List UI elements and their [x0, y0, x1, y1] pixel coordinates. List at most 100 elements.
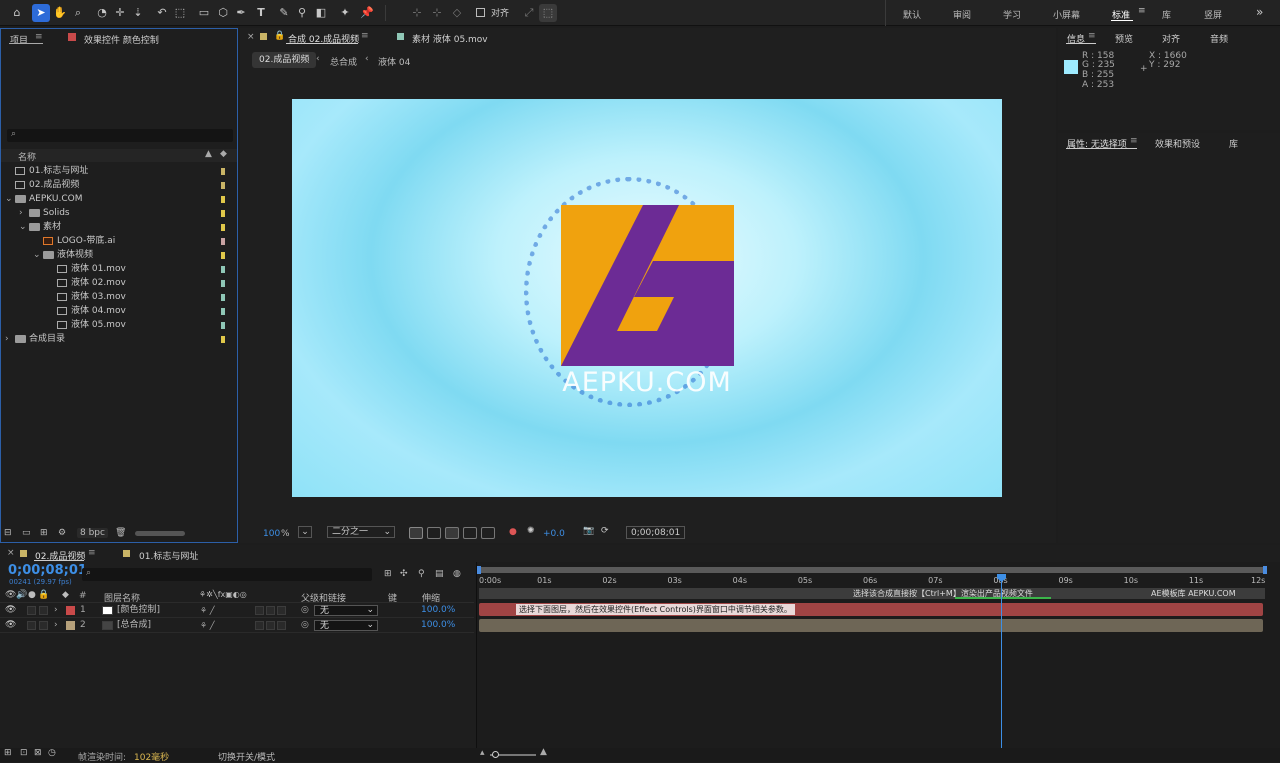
interpret-footage-icon[interactable]: ⊟ — [4, 528, 12, 538]
puppet-pin-icon[interactable]: 📌 — [358, 4, 376, 22]
pen-tool-icon[interactable]: ✒ — [232, 4, 250, 22]
shy-layers-icon[interactable]: ⚲ — [418, 569, 425, 579]
project-item[interactable]: LOGO-带底.ai — [1, 234, 237, 248]
expand-arrow-icon[interactable]: › — [54, 605, 58, 616]
project-item[interactable]: › 合成目录 — [1, 332, 237, 346]
project-item[interactable]: 01.标志与网址 — [1, 164, 237, 178]
label-tag-icon[interactable]: ◆ — [220, 149, 227, 159]
tab-effect-controls[interactable]: 效果控件 颜色控制 — [84, 33, 159, 46]
expand-arrow-icon[interactable]: › — [54, 620, 58, 631]
properties-menu-icon[interactable]: ≡ — [1130, 136, 1138, 146]
solo-toggle[interactable] — [39, 621, 48, 630]
work-area-end-handle[interactable] — [1263, 566, 1267, 574]
more-workspaces-icon[interactable]: » — [1256, 5, 1263, 19]
layer-switches-icon[interactable]: ⚘ ╱ — [200, 620, 215, 631]
rectangle-tool-icon[interactable]: ▭ — [195, 4, 213, 22]
orbit-tool-icon[interactable]: ◔ — [93, 4, 111, 22]
project-item[interactable]: 02.成品视频 — [1, 178, 237, 192]
hand-tool-icon[interactable]: ✋ — [51, 4, 69, 22]
tab-audio[interactable]: 音频 — [1210, 32, 1228, 45]
comp-flowchart-icon[interactable]: ⊞ — [384, 569, 392, 579]
label-color-tag[interactable] — [221, 322, 225, 329]
home-icon[interactable]: ⌂ — [8, 4, 26, 22]
motion-blur-icon[interactable]: ◍ — [453, 569, 461, 579]
audio-toggle[interactable] — [27, 606, 36, 615]
zoom-out-icon[interactable]: ▴ — [480, 748, 485, 758]
axis-world-icon[interactable]: ⊹ — [428, 4, 446, 22]
breadcrumb-item[interactable]: 液体 04 — [378, 55, 410, 68]
playhead[interactable] — [997, 574, 1006, 748]
layer-bar-2[interactable] — [479, 619, 1263, 632]
sort-arrow-icon[interactable]: ▲ — [205, 149, 212, 159]
close-icon[interactable]: × — [7, 548, 15, 558]
label-color-tag[interactable] — [221, 308, 225, 315]
close-icon[interactable]: × — [247, 32, 255, 42]
project-item[interactable]: 液体 01.mov — [1, 262, 237, 276]
tab-preview[interactable]: 预览 — [1115, 32, 1133, 45]
snap-checkbox[interactable] — [476, 8, 485, 17]
project-item[interactable]: 液体 03.mov — [1, 290, 237, 304]
clone-stamp-icon[interactable]: ⚲ — [293, 4, 311, 22]
time-ruler[interactable]: 0:00s01s02s03s04s05s06s07s08s09s10s11s12… — [477, 574, 1280, 588]
region-of-interest-icon[interactable] — [463, 527, 477, 539]
layer-search-input[interactable]: ⌕ — [82, 568, 372, 581]
project-item[interactable]: ⌄ 液体视频 — [1, 248, 237, 262]
axis-local-icon[interactable]: ⊹ — [408, 4, 426, 22]
disclosure-icon[interactable]: ⌄ — [19, 220, 28, 234]
layer-name[interactable]: [总合成] — [117, 620, 151, 631]
axis-view-icon[interactable]: ◇ — [448, 4, 466, 22]
layer-name[interactable]: [颜色控制] — [117, 605, 160, 616]
snapshot-icon[interactable]: 📷 — [583, 526, 594, 536]
snap-edge-icon[interactable]: ⤢ — [520, 4, 538, 22]
layer-switch[interactable] — [255, 621, 264, 630]
mask-visibility-icon[interactable] — [445, 527, 459, 539]
resolution-dropdown[interactable]: 二分之一 ⌄ — [327, 526, 395, 538]
transfer-toggle-icon[interactable]: ⊠ — [34, 748, 42, 758]
toggle-switches-modes[interactable]: 切换开关/模式 — [218, 750, 275, 763]
guides-icon[interactable] — [481, 527, 495, 539]
trash-icon[interactable]: 🗑 — [115, 528, 126, 538]
selection-tool-icon[interactable]: ➤ — [32, 4, 50, 22]
show-snapshot-icon[interactable]: ⟳ — [601, 526, 609, 536]
timeline-tab[interactable]: 01.标志与网址 — [139, 549, 198, 562]
project-item[interactable]: 液体 04.mov — [1, 304, 237, 318]
disclosure-icon[interactable]: › — [5, 332, 14, 346]
project-item[interactable]: ⌄ AEPKU.COM — [1, 192, 237, 206]
workspace-tab[interactable]: 默认 — [903, 8, 921, 21]
project-item[interactable]: 液体 02.mov — [1, 276, 237, 290]
video-toggle-icon[interactable]: 👁 — [5, 590, 16, 600]
pickwhip-icon[interactable]: ◎ — [301, 620, 309, 631]
layer-row[interactable]: 👁 › 1 [颜色控制] ⚘ ╱ ◎ 无 ⌄ 100.0% — [0, 603, 474, 618]
tab-library[interactable]: 库 — [1229, 137, 1238, 150]
stretch-value[interactable]: 100.0% — [421, 620, 455, 631]
exposure-icon[interactable]: ✺ — [527, 526, 535, 536]
snap-feature-icon[interactable]: ⬚ — [539, 4, 557, 22]
transparency-grid-icon[interactable] — [427, 527, 441, 539]
breadcrumb-item-active[interactable]: 02.成品视频 — [252, 52, 317, 68]
audio-toggle[interactable] — [27, 621, 36, 630]
tab-footage[interactable]: 素材 液体 05.mov — [412, 32, 488, 45]
parent-dropdown[interactable]: 无 ⌄ — [314, 620, 378, 631]
search-input[interactable]: ⌕ — [7, 129, 233, 142]
audio-toggle-icon[interactable]: 🔊 — [16, 590, 27, 600]
label-color-tag[interactable] — [221, 294, 225, 301]
tab-project[interactable]: 项目 — [10, 33, 28, 46]
bpc-button[interactable]: 8 bpc — [77, 528, 108, 538]
tab-effects-presets[interactable]: 效果和预设 — [1155, 137, 1200, 150]
color-channel-icon[interactable]: ● — [509, 527, 517, 537]
new-folder-icon[interactable]: ▭ — [22, 528, 31, 538]
timeline-zoom-slider[interactable] — [490, 751, 536, 758]
workspace-tab[interactable]: 审阅 — [953, 8, 971, 21]
work-area-start-handle[interactable] — [477, 566, 481, 574]
timeline-timecode[interactable]: 0;00;08;01 — [8, 563, 87, 578]
rotate-tool-icon[interactable]: ↶ — [153, 4, 171, 22]
new-comp-icon[interactable]: ⊞ — [40, 528, 48, 538]
label-color-tag[interactable] — [221, 224, 225, 231]
visibility-eye-icon[interactable]: 👁 — [5, 605, 16, 616]
visibility-eye-icon[interactable]: 👁 — [5, 620, 16, 631]
label-color-tag[interactable] — [221, 280, 225, 287]
viewer-timecode[interactable]: 0;00;08;01 — [626, 526, 686, 539]
disclosure-icon[interactable]: ⌄ — [33, 248, 42, 262]
lock-icon[interactable]: 🔒 — [274, 31, 285, 41]
label-color-tag[interactable] — [221, 196, 225, 203]
